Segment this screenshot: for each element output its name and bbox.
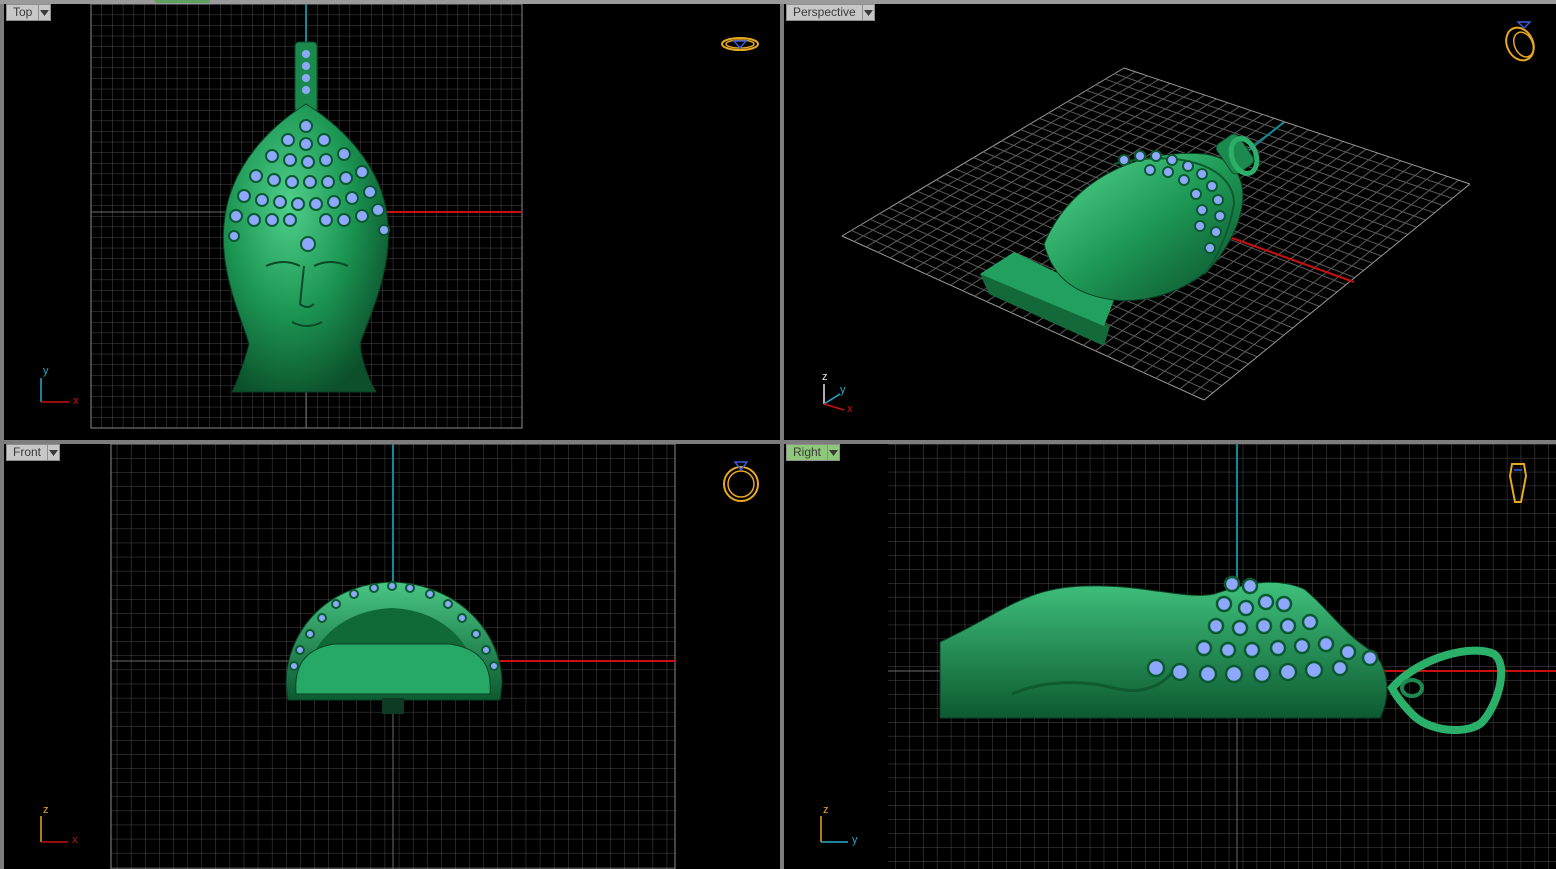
top-axis-indicator: [40, 378, 69, 403]
ring-top-icon[interactable]: [721, 37, 759, 51]
viewport-title: Perspective: [793, 5, 856, 19]
viewport-front[interactable]: z x Front: [4, 444, 780, 869]
top-axis-x-label: x: [73, 395, 79, 407]
persp-axis-y-label: y: [840, 384, 846, 396]
right-view-canvas: [820, 444, 1556, 869]
perspective-view-canvas: [823, 21, 1539, 411]
ring-front-icon[interactable]: [723, 461, 759, 502]
chevron-down-icon[interactable]: [38, 5, 50, 20]
viewport-perspective[interactable]: z y x Perspective: [784, 4, 1556, 440]
ring-perspective-icon[interactable]: [1501, 21, 1539, 65]
chevron-down-icon[interactable]: [827, 445, 839, 460]
persp-axis-z-label: z: [822, 371, 828, 383]
front-view-canvas: [40, 444, 759, 869]
front-axis-z-label: z: [43, 804, 49, 816]
viewport-label-top[interactable]: Top: [6, 4, 52, 21]
viewport-title: Right: [793, 445, 822, 459]
top-axis-y-label: y: [43, 365, 49, 377]
right-axis-indicator: [820, 816, 848, 843]
top-view-canvas: [40, 4, 759, 429]
front-axis-indicator: [40, 816, 68, 843]
viewport-title: Front: [13, 445, 42, 459]
chevron-down-icon[interactable]: [861, 5, 874, 20]
viewport-top[interactable]: y x Top: [4, 4, 780, 440]
viewport-label-right[interactable]: Right: [786, 444, 841, 461]
persp-axis-x-label: x: [847, 403, 853, 415]
right-axis-y-label: y: [852, 834, 858, 846]
viewport-label-perspective[interactable]: Perspective: [786, 4, 875, 21]
viewport-title: Top: [13, 5, 33, 19]
tab-indicator: [155, 0, 210, 3]
chevron-down-icon[interactable]: [47, 445, 59, 460]
front-axis-x-label: x: [72, 834, 78, 846]
right-axis-z-label: z: [823, 804, 829, 816]
viewport-label-front[interactable]: Front: [6, 444, 61, 461]
viewport-right[interactable]: z y Right: [784, 444, 1556, 869]
grid-line: [1203, 183, 1471, 401]
